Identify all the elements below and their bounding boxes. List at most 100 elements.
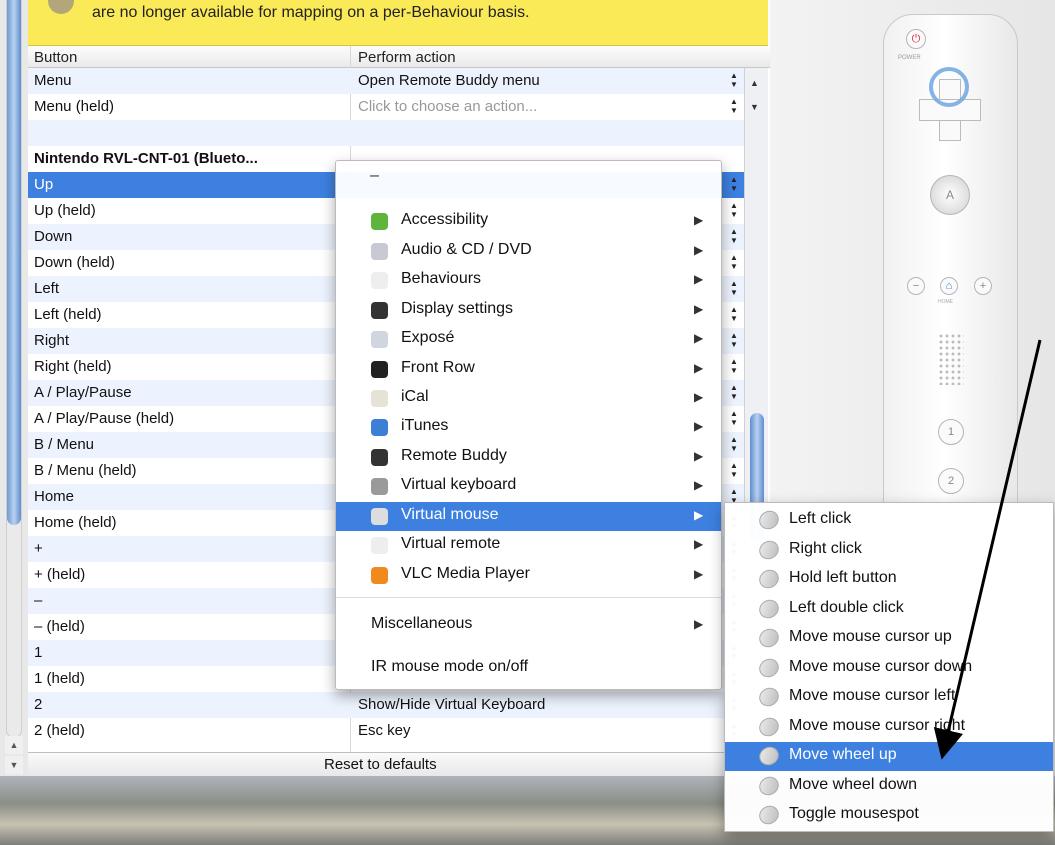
display-icon: [371, 302, 388, 319]
submenu-arrow-icon: ▶: [694, 302, 704, 316]
button-cell: – (held): [34, 618, 85, 635]
submenu-item[interactable]: Move mouse cursor right: [725, 713, 1053, 742]
menu-item[interactable]: Audio & CD / DVD ▶: [336, 237, 721, 266]
action-popup-arrows-icon[interactable]: ▲▼: [730, 279, 738, 297]
scroll-up-arrow-icon[interactable]: ▲: [750, 78, 759, 88]
power-button[interactable]: ⏻: [906, 29, 926, 49]
two-button[interactable]: 2: [938, 468, 964, 494]
one-button[interactable]: 1: [938, 419, 964, 445]
menu-item[interactable]: Exposé ▶: [336, 325, 721, 354]
button-cell: 2 (held): [34, 722, 85, 739]
left-scrollbar-thumb[interactable]: [7, 0, 21, 525]
submenu-item[interactable]: Left click: [725, 506, 1053, 535]
table-row[interactable]: 2Show/Hide Virtual Keyboard▲▼: [28, 692, 744, 718]
a-button[interactable]: A: [930, 175, 970, 215]
submenu-item[interactable]: Move wheel down: [725, 772, 1053, 801]
scroll-down-arrow-icon[interactable]: ▼: [5, 756, 23, 774]
submenu-item[interactable]: Toggle mousespot: [725, 801, 1053, 830]
submenu-item-label: Move mouse cursor up: [789, 628, 952, 645]
menu-item[interactable]: Display settings ▶: [336, 296, 721, 325]
action-popup-arrows-icon[interactable]: ▲▼: [730, 71, 738, 89]
menu-item-label: Display settings: [401, 300, 514, 317]
remote-icon: [371, 537, 388, 554]
menu-item-label: Accessibility: [401, 211, 489, 228]
table-row[interactable]: Menu (held) Click to choose an action... ▲…: [28, 94, 744, 120]
submenu-item[interactable]: Move mouse cursor up: [725, 624, 1053, 653]
column-header-action[interactable]: Perform action: [358, 49, 456, 66]
button-cell: –: [34, 592, 43, 609]
mouse-icon: [755, 654, 783, 681]
submenu-item[interactable]: Move mouse cursor down: [725, 654, 1053, 683]
action-popup-arrows-icon[interactable]: ▲▼: [730, 331, 738, 349]
window: are no longer available for mapping on a…: [0, 0, 1055, 845]
menu-item[interactable]: Miscellaneous ▶: [336, 611, 721, 640]
action-popup-arrows-icon[interactable]: ▲▼: [730, 435, 738, 453]
submenu-arrow-icon: ▶: [694, 508, 704, 522]
headphones-icon: [371, 272, 388, 289]
action-cell[interactable]: Show/Hide Virtual Keyboard: [358, 696, 545, 713]
dpad-up-highlight-icon: [929, 67, 969, 107]
button-cell: Down (held): [34, 254, 115, 271]
menu-item[interactable]: Accessibility ▶: [336, 207, 721, 236]
action-cell[interactable]: Open Remote Buddy menu: [358, 72, 540, 89]
menu-item[interactable]: iCal ▶: [336, 384, 721, 413]
action-popup-arrows-icon[interactable]: ▲▼: [730, 461, 738, 479]
menu-item[interactable]: IR mouse mode on/off: [336, 654, 721, 683]
button-cell: Nintendo RVL-CNT-01 (Blueto...: [34, 150, 258, 167]
itunes-icon: [371, 419, 388, 436]
submenu-item[interactable]: Right click: [725, 536, 1053, 565]
action-popup-arrows-icon[interactable]: ▲▼: [730, 253, 738, 271]
action-popup-arrows-icon[interactable]: ▲▼: [730, 227, 738, 245]
menu-none-item[interactable]: –: [370, 167, 379, 185]
submenu-item-label: Right click: [789, 539, 862, 557]
menu-item-label: IR mouse mode on/off: [371, 658, 529, 675]
menu-item[interactable]: Front Row ▶: [336, 355, 721, 384]
plus-button[interactable]: +: [974, 277, 992, 295]
submenu-arrow-icon: ▶: [694, 213, 704, 227]
menu-item[interactable]: Virtual remote ▶: [336, 531, 721, 560]
submenu-item-label: Move mouse cursor left: [789, 687, 956, 704]
menu-item[interactable]: Virtual keyboard ▶: [336, 472, 721, 501]
action-popup-arrows-icon[interactable]: ▲▼: [730, 201, 738, 219]
menu-item[interactable]: VLC Media Player ▶: [336, 561, 721, 590]
submenu-item-label: Move mouse cursor right: [789, 716, 966, 734]
table-row[interactable]: 2 (held)Esc key▲▼: [28, 718, 744, 744]
action-popup-arrows-icon[interactable]: ▲▼: [730, 305, 738, 323]
submenu-arrow-icon: ▶: [694, 449, 704, 463]
action-cell[interactable]: Esc key: [358, 722, 411, 739]
submenu-item[interactable]: Left double click: [725, 595, 1053, 624]
action-popup-arrows-icon[interactable]: ▲▼: [730, 175, 738, 193]
table-row[interactable]: Menu Open Remote Buddy menu ▲ ▼: [28, 68, 744, 94]
action-popup-arrows-icon[interactable]: ▲▼: [730, 409, 738, 427]
mouse-icon: [371, 508, 388, 525]
scroll-up-arrow-icon[interactable]: ▲: [5, 736, 23, 754]
menu-item[interactable]: iTunes ▶: [336, 413, 721, 442]
table-row[interactable]: [28, 120, 744, 146]
action-popup-arrows-icon[interactable]: ▲▼: [730, 97, 738, 115]
mouse-icon: [755, 772, 783, 799]
menu-item[interactable]: Behaviours ▶: [336, 266, 721, 295]
button-cell: Left: [34, 280, 60, 297]
mouse-icon: [755, 743, 783, 769]
scroll-down-arrow-icon[interactable]: ▼: [750, 102, 759, 112]
home-button[interactable]: ⌂: [940, 277, 958, 295]
expose-icon: [371, 331, 388, 348]
submenu-item[interactable]: Move mouse cursor left: [725, 683, 1053, 712]
action-popup-arrows-icon[interactable]: ▲▼: [730, 383, 738, 401]
menu-item[interactable]: Remote Buddy ▶: [336, 443, 721, 472]
submenu-item[interactable]: Hold left button: [725, 565, 1053, 594]
menu-item[interactable]: Virtual mouse ▶: [336, 502, 721, 531]
submenu-arrow-icon: ▶: [694, 361, 704, 375]
action-cell[interactable]: Click to choose an action...: [358, 98, 537, 115]
column-header-button[interactable]: Button: [34, 49, 77, 66]
button-cell: Menu: [34, 72, 72, 89]
submenu-item-label: Toggle mousespot: [789, 805, 919, 822]
mouse-icon: [755, 802, 783, 828]
mouse-icon: [755, 595, 783, 622]
button-cell: Up (held): [34, 202, 96, 219]
submenu-item[interactable]: Move wheel up: [725, 742, 1053, 771]
action-popup-arrows-icon[interactable]: ▲▼: [730, 357, 738, 375]
reset-to-defaults-button[interactable]: Reset to defaults: [324, 756, 437, 773]
button-cell: B / Menu (held): [34, 462, 137, 479]
minus-button[interactable]: −: [907, 277, 925, 295]
